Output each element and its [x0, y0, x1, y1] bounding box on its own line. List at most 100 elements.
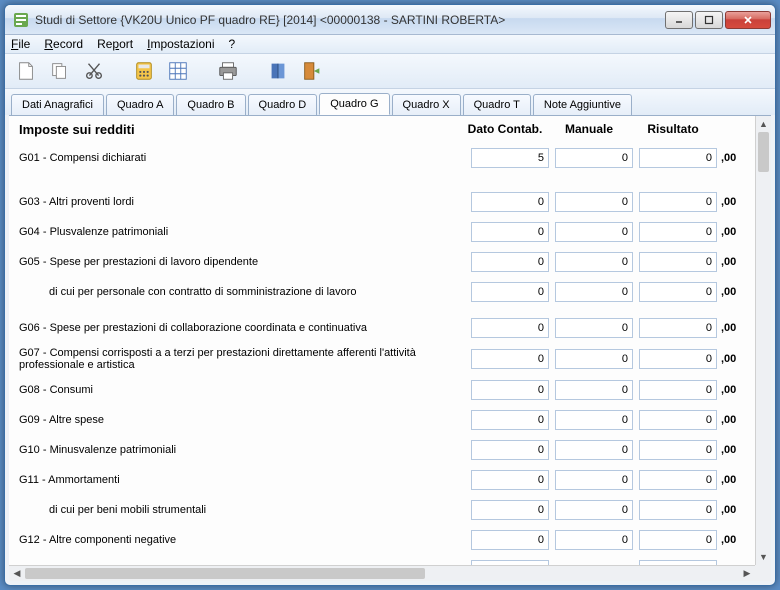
g04-manuale[interactable] [555, 222, 633, 242]
scroll-left-icon[interactable]: ◀ [9, 566, 25, 581]
g11a-contab[interactable] [471, 500, 549, 520]
new-doc-icon[interactable] [13, 58, 39, 84]
row-g11a: di cui per beni mobili strumentali ,00 [19, 499, 745, 521]
g04-risultato[interactable] [639, 222, 717, 242]
scroll-right-icon[interactable]: ▶ [739, 566, 755, 581]
g03-risultato[interactable] [639, 192, 717, 212]
g08-manuale[interactable] [555, 380, 633, 400]
g03-manuale[interactable] [555, 192, 633, 212]
calculator-icon[interactable] [131, 58, 157, 84]
label-g04: G04 - Plusvalenze patrimoniali [19, 226, 465, 238]
label-g11a: di cui per beni mobili strumentali [19, 504, 465, 516]
g01-contab[interactable] [471, 148, 549, 168]
g11-risultato[interactable] [639, 470, 717, 490]
scroll-up-icon[interactable]: ▲ [756, 116, 771, 132]
g08-contab[interactable] [471, 380, 549, 400]
tab-quadro-t[interactable]: Quadro T [463, 94, 531, 116]
g10-contab[interactable] [471, 440, 549, 460]
g07-risultato[interactable] [639, 349, 717, 369]
tab-quadro-g[interactable]: Quadro G [319, 93, 389, 115]
g03-contab[interactable] [471, 192, 549, 212]
row-g09: G09 - Altre spese ,00 [19, 409, 745, 431]
g01-manuale[interactable] [555, 148, 633, 168]
label-g09: G09 - Altre spese [19, 414, 465, 426]
g04-contab[interactable] [471, 222, 549, 242]
g06-manuale[interactable] [555, 318, 633, 338]
menu-help[interactable]: ? [228, 37, 235, 51]
tab-quadro-a[interactable]: Quadro A [106, 94, 174, 116]
app-icon [13, 12, 29, 28]
row-g04: G04 - Plusvalenze patrimoniali ,00 [19, 221, 745, 243]
label-g07: G07 - Compensi corrisposti a a terzi per… [19, 347, 465, 371]
g07-manuale[interactable] [555, 349, 633, 369]
print-icon[interactable] [215, 58, 241, 84]
close-button[interactable] [725, 11, 771, 29]
label-g05: G05 - Spese per prestazioni di lavoro di… [19, 256, 465, 268]
g06-contab[interactable] [471, 318, 549, 338]
row-g07: G07 - Compensi corrisposti a a terzi per… [19, 347, 745, 371]
g08-risultato[interactable] [639, 380, 717, 400]
vertical-scrollbar[interactable]: ▲ ▼ [755, 116, 771, 565]
copy-doc-icon[interactable] [47, 58, 73, 84]
tab-note-aggiuntive[interactable]: Note Aggiuntive [533, 94, 632, 116]
label-g03: G03 - Altri proventi lordi [19, 196, 465, 208]
book-icon[interactable] [265, 58, 291, 84]
g09-contab[interactable] [471, 410, 549, 430]
tab-dati-anagrafici[interactable]: Dati Anagrafici [11, 94, 104, 116]
menubar: File Record Report Impostazioni ? [5, 35, 775, 54]
titlebar: Studi di Settore {VK20U Unico PF quadro … [5, 5, 775, 35]
g11-contab[interactable] [471, 470, 549, 490]
g10-manuale[interactable] [555, 440, 633, 460]
window-title: Studi di Settore {VK20U Unico PF quadro … [35, 13, 665, 27]
label-g12: G12 - Altre componenti negative [19, 534, 465, 546]
row-g03: G03 - Altri proventi lordi ,00 [19, 191, 745, 213]
g01-risultato[interactable] [639, 148, 717, 168]
hscroll-thumb[interactable] [25, 568, 425, 579]
g11-manuale[interactable] [555, 470, 633, 490]
scroll-down-icon[interactable]: ▼ [756, 549, 771, 565]
window-controls [665, 11, 771, 29]
section-title: Imposte sui redditi [19, 122, 135, 137]
g05a-contab[interactable] [471, 282, 549, 302]
cut-icon[interactable] [81, 58, 107, 84]
g05a-risultato[interactable] [639, 282, 717, 302]
g12-contab[interactable] [471, 530, 549, 550]
g12-manuale[interactable] [555, 530, 633, 550]
tab-quadro-d[interactable]: Quadro D [248, 94, 318, 116]
g05-contab[interactable] [471, 252, 549, 272]
minimize-button[interactable] [665, 11, 693, 29]
menu-record[interactable]: Record [44, 37, 83, 51]
menu-impostazioni[interactable]: Impostazioni [147, 37, 214, 51]
col-header-risultato: Risultato [631, 122, 715, 141]
g05-risultato[interactable] [639, 252, 717, 272]
g09-manuale[interactable] [555, 410, 633, 430]
g11a-risultato[interactable] [639, 500, 717, 520]
tab-quadro-x[interactable]: Quadro X [392, 94, 461, 116]
g07-contab[interactable] [471, 349, 549, 369]
row-g01: G01 - Compensi dichiarati ,00 [19, 147, 745, 169]
row-g08: G08 - Consumi ,00 [19, 379, 745, 401]
row-g05: G05 - Spese per prestazioni di lavoro di… [19, 251, 745, 273]
g11a-manuale[interactable] [555, 500, 633, 520]
row-g11: G11 - Ammortamenti ,00 [19, 469, 745, 491]
menu-file[interactable]: File [11, 37, 30, 51]
g05a-manuale[interactable] [555, 282, 633, 302]
app-window: Studi di Settore {VK20U Unico PF quadro … [4, 4, 776, 586]
content-area: Imposte sui redditi Dato Contab. Manuale… [9, 115, 771, 581]
horizontal-scrollbar[interactable]: ◀ ▶ [9, 565, 755, 581]
vscroll-thumb[interactable] [758, 132, 769, 172]
tab-quadro-b[interactable]: Quadro B [176, 94, 245, 116]
tabbar: Dati Anagrafici Quadro A Quadro B Quadro… [5, 89, 775, 115]
exit-icon[interactable] [299, 58, 325, 84]
g06-risultato[interactable] [639, 318, 717, 338]
g10-risultato[interactable] [639, 440, 717, 460]
label-g06: G06 - Spese per prestazioni di collabora… [19, 322, 465, 334]
g05-manuale[interactable] [555, 252, 633, 272]
row-g10: G10 - Minusvalenze patrimoniali ,00 [19, 439, 745, 461]
g12-risultato[interactable] [639, 530, 717, 550]
maximize-button[interactable] [695, 11, 723, 29]
label-g08: G08 - Consumi [19, 384, 465, 396]
grid-icon[interactable] [165, 58, 191, 84]
menu-report[interactable]: Report [97, 37, 133, 51]
g09-risultato[interactable] [639, 410, 717, 430]
